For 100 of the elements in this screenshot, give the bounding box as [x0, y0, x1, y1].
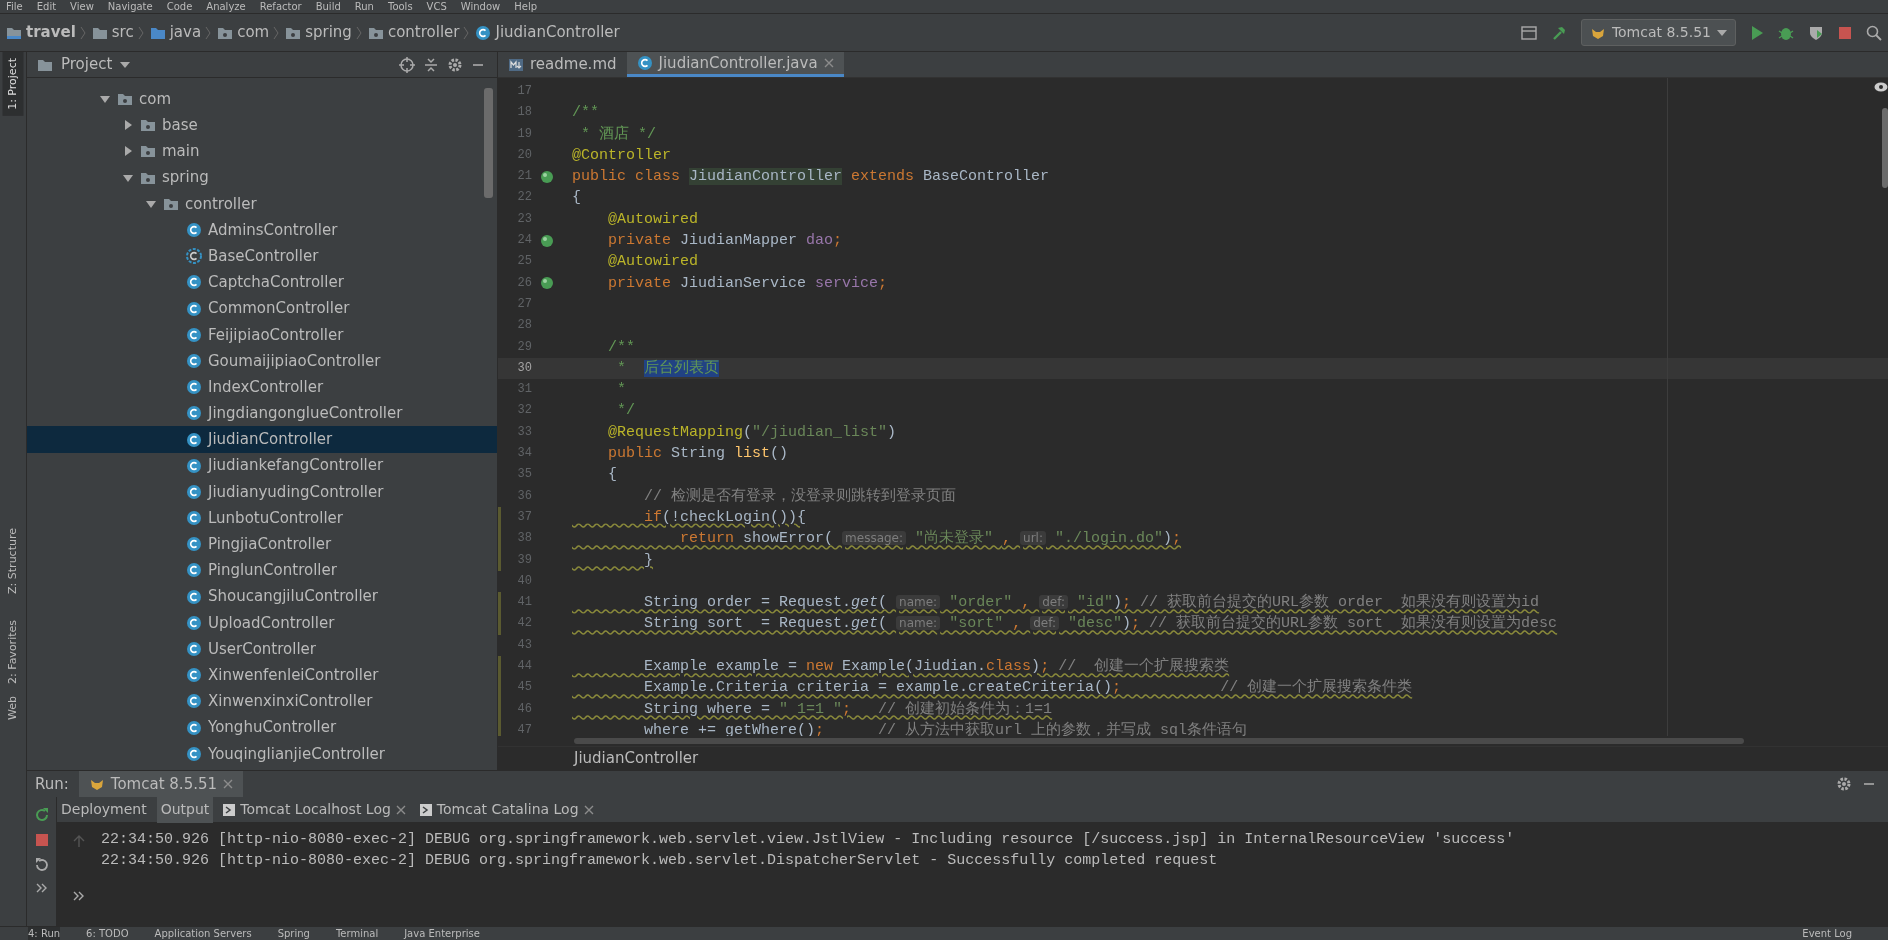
settings-icon[interactable] [1836, 776, 1852, 792]
tree-item[interactable]: PingjiaController [27, 531, 497, 558]
code-line: @Autowired [607, 252, 699, 273]
breadcrumb-item[interactable]: travel [26, 21, 76, 44]
tree-item[interactable]: YouqinglianjieController [27, 740, 497, 767]
close-icon[interactable] [223, 779, 234, 789]
tree-item[interactable]: base [27, 112, 497, 139]
tree-item[interactable]: BaseController [27, 243, 497, 270]
menu-item[interactable]: Help [514, 0, 538, 13]
shield-icon[interactable] [1808, 24, 1824, 41]
stop-icon[interactable] [34, 833, 49, 847]
layout-icon[interactable] [1520, 24, 1537, 41]
tree-item[interactable]: JiudianController [27, 426, 497, 453]
panel-title: Run: [35, 773, 69, 795]
editor-tab[interactable]: readme.md [498, 52, 627, 77]
menu-item[interactable]: Run [354, 0, 374, 13]
restore-icon[interactable] [33, 857, 50, 873]
collapsed-arrow-icon[interactable] [122, 145, 134, 158]
tree-item[interactable]: XinwenfenleiController [27, 662, 497, 689]
tool-window-button[interactable]: Event Log [1802, 927, 1852, 940]
package-icon [140, 144, 156, 159]
tree-item[interactable]: UploadController [27, 609, 497, 636]
tool-window-button[interactable]: 6: TODO [86, 927, 129, 940]
breadcrumb-item[interactable]: JiudianController [574, 747, 699, 770]
tree-item[interactable]: GoumaijipiaoController [27, 347, 497, 375]
breadcrumb-item[interactable]: spring [305, 21, 352, 44]
menu-item[interactable]: Code [166, 0, 193, 13]
collapse-icon[interactable] [423, 56, 439, 73]
tree-item[interactable]: main [27, 138, 497, 165]
tool-window-button[interactable]: 4: Run [28, 927, 61, 940]
breadcrumb-item[interactable]: JiudianController [495, 21, 620, 44]
target-icon[interactable] [399, 56, 415, 73]
run-icon[interactable] [1750, 24, 1764, 41]
breadcrumb-item[interactable]: controller [387, 21, 460, 44]
tool-window-button[interactable]: Spring [277, 927, 310, 940]
run-tab[interactable]: Tomcat 8.5.51 [78, 771, 244, 797]
output-tab[interactable]: Output [156, 796, 214, 823]
menu-item[interactable]: Navigate [107, 0, 153, 13]
scrollbar-thumb[interactable] [1882, 108, 1888, 188]
stop-icon[interactable] [1838, 25, 1852, 40]
run-config-dropdown[interactable]: Tomcat 8.5.51 [1580, 19, 1736, 46]
side-tab[interactable]: 1: Project [2, 52, 24, 116]
tree-item[interactable]: XinwenxinxiController [27, 688, 497, 715]
tree-item[interactable]: JiudiankefangController [27, 452, 497, 479]
tree-item[interactable]: FeijipiaoController [27, 321, 497, 348]
tree-item[interactable]: UserController [27, 635, 497, 663]
breadcrumb-item[interactable]: com [237, 21, 270, 44]
menu-item[interactable]: Window [460, 0, 501, 13]
output-tab[interactable]: Tomcat Localhost Log [219, 796, 410, 823]
menu-item[interactable]: Refactor [259, 0, 302, 13]
tree-item[interactable]: CommonController [27, 295, 497, 322]
tree-item[interactable]: JingdiangonglueController [27, 400, 497, 427]
menu-item[interactable]: Tools [387, 0, 413, 13]
caret-icon[interactable] [120, 61, 131, 68]
tree-item[interactable]: JiudianyudingController [27, 478, 497, 505]
search-icon[interactable] [1866, 24, 1882, 41]
tree-item[interactable]: AdminsController [27, 216, 497, 244]
settings-icon[interactable] [447, 56, 463, 73]
tree-item[interactable]: CaptchaController [27, 269, 497, 296]
tree-item[interactable]: PinglunController [27, 557, 497, 584]
bean-icon[interactable] [540, 276, 554, 291]
tree-item[interactable]: LunbotuController [27, 505, 497, 532]
menu-item[interactable]: View [70, 0, 94, 13]
rerun-icon[interactable] [33, 807, 50, 823]
tree-item[interactable]: spring [27, 164, 497, 191]
side-tab[interactable]: 2: Favorites [2, 614, 24, 690]
editor-tab[interactable]: JiudianController.java [626, 52, 844, 77]
breadcrumb-item[interactable]: src [111, 21, 134, 44]
menu-item[interactable]: Edit [36, 0, 57, 13]
scrollbar-thumb[interactable] [484, 88, 493, 198]
tool-window-button[interactable]: Application Servers [154, 927, 252, 940]
menu-item[interactable]: VCS [426, 0, 447, 13]
tree-item[interactable]: YonghuController [27, 714, 497, 741]
tool-window-button[interactable]: Terminal [335, 927, 379, 940]
eye-icon[interactable] [1874, 82, 1888, 92]
close-icon[interactable] [395, 804, 406, 815]
breadcrumb-item[interactable]: java [169, 21, 202, 44]
close-icon[interactable] [823, 58, 834, 68]
tree-item[interactable]: IndexController [27, 374, 497, 401]
more-icon[interactable] [73, 891, 85, 901]
bean-icon[interactable] [540, 169, 554, 184]
output-tab[interactable]: Tomcat Catalina Log [415, 796, 598, 823]
code-line: String sort = Request.get( name: "sort" , def: "desc"); // 获取前台提交的URL参数 sort 如果没有则设置为desc [643, 613, 1558, 635]
scrollbar-thumb[interactable] [574, 738, 1744, 744]
panel-title[interactable]: Project [61, 53, 113, 76]
side-tab[interactable]: Web [2, 690, 24, 726]
collapsed-arrow-icon[interactable] [122, 119, 134, 132]
menu-item[interactable]: File [6, 0, 23, 13]
tool-window-button[interactable]: Java Enterprise [404, 927, 480, 940]
bean-icon[interactable] [540, 233, 554, 248]
close-icon[interactable] [583, 804, 594, 815]
tree-item[interactable]: controller [27, 190, 497, 217]
tree-item[interactable]: ShoucangjiluController [27, 583, 497, 610]
more-icon[interactable] [35, 883, 48, 893]
menu-item[interactable]: Analyze [206, 0, 246, 13]
side-tab[interactable]: Z: Structure [2, 522, 24, 601]
tree-item[interactable]: com [27, 86, 497, 113]
menu-item[interactable]: Build [315, 0, 341, 13]
output-tab[interactable]: Deployment [57, 796, 151, 823]
chevron-icon [355, 25, 362, 40]
